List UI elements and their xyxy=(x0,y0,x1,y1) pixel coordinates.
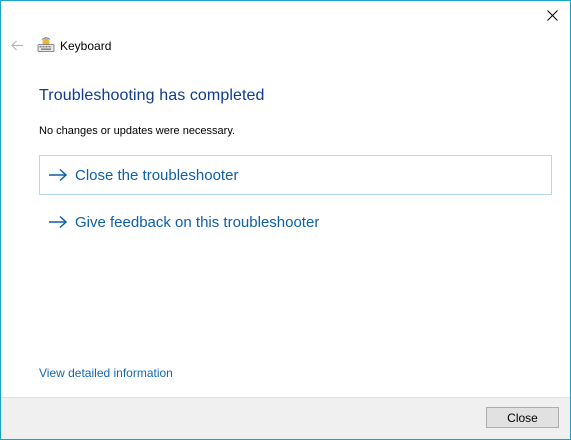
troubleshooter-window: Keyboard Troubleshooting has completed N… xyxy=(0,0,571,440)
close-icon xyxy=(546,9,558,21)
close-button[interactable]: Close xyxy=(486,407,559,428)
right-arrow-icon xyxy=(48,215,70,229)
page-title: Troubleshooting has completed xyxy=(39,87,265,104)
right-arrow-icon xyxy=(48,168,70,182)
footer-bar: Close xyxy=(1,397,570,439)
back-button[interactable] xyxy=(8,36,26,54)
close-troubleshooter-link[interactable]: Close the troubleshooter xyxy=(39,155,552,195)
give-feedback-label: Give feedback on this troubleshooter xyxy=(75,213,320,231)
back-arrow-icon xyxy=(10,40,23,50)
window-title: Keyboard xyxy=(60,39,112,53)
close-troubleshooter-label: Close the troubleshooter xyxy=(75,166,239,184)
view-details-link[interactable]: View detailed information xyxy=(39,366,173,380)
give-feedback-link[interactable]: Give feedback on this troubleshooter xyxy=(39,202,552,242)
window-close-button[interactable] xyxy=(540,3,564,27)
result-message: No changes or updates were necessary. xyxy=(39,125,236,137)
keyboard-icon xyxy=(37,37,55,53)
